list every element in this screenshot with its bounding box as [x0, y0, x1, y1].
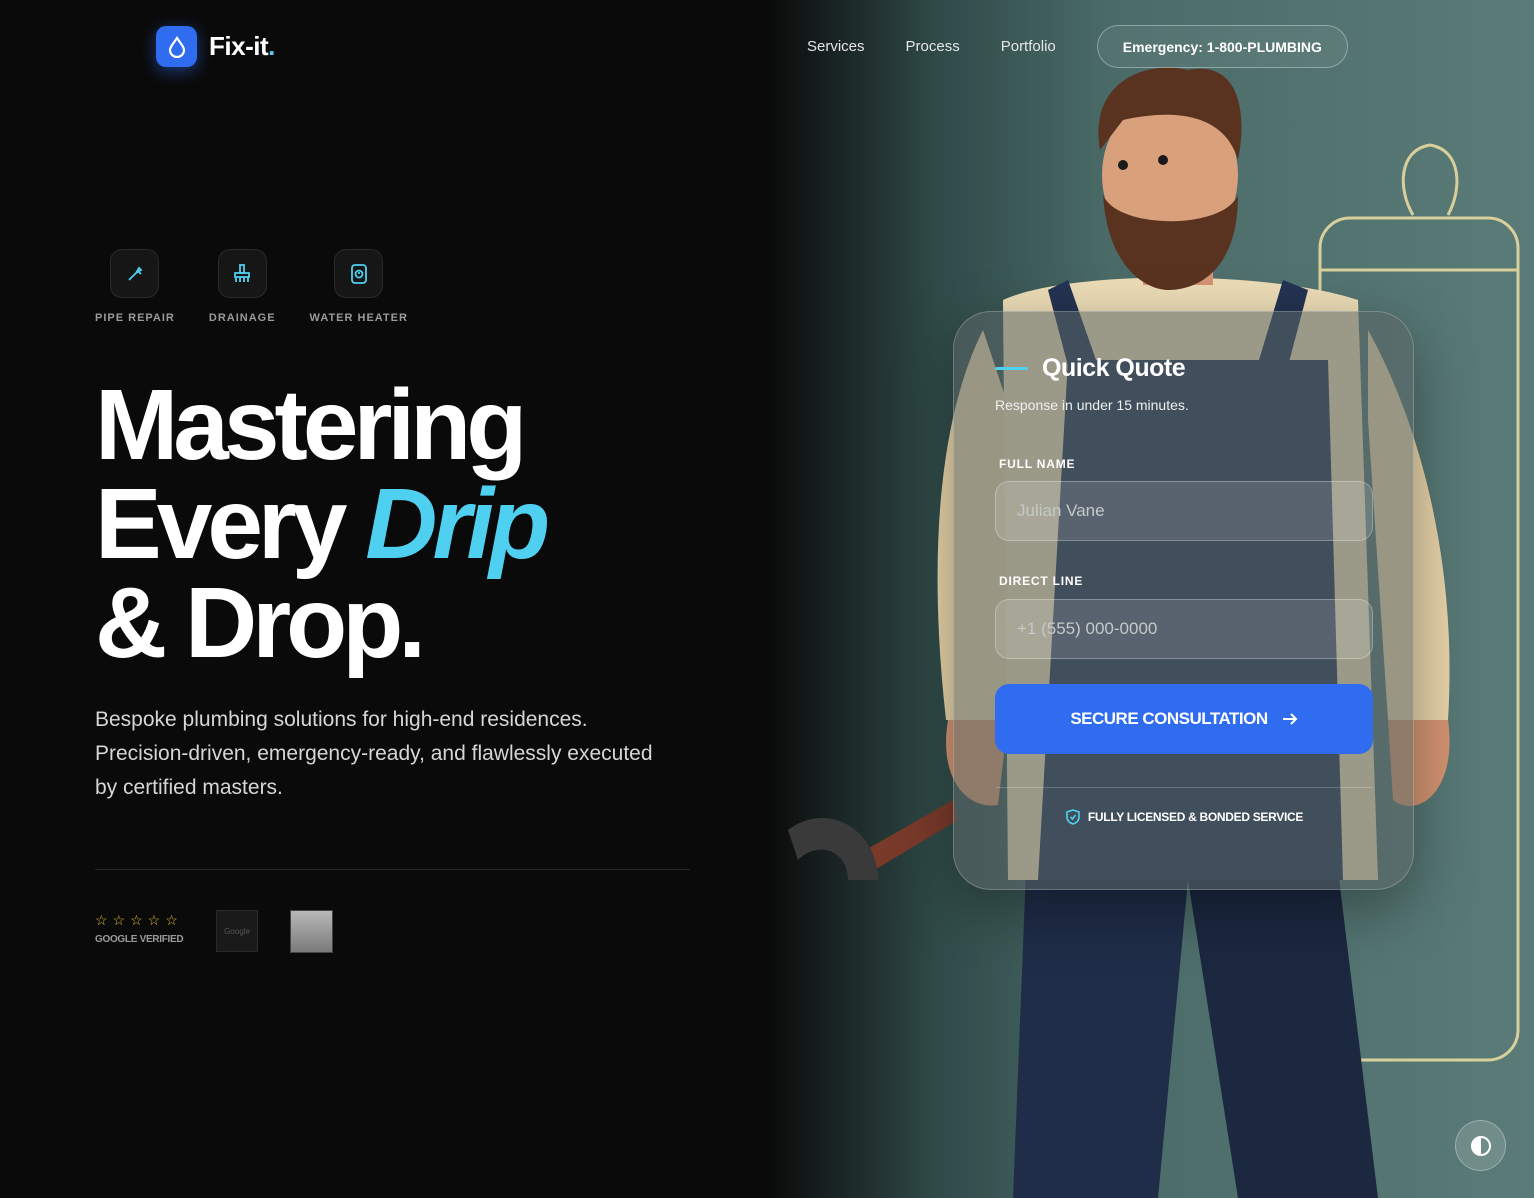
divider	[95, 869, 690, 870]
brand-name: Fix-it.	[209, 31, 275, 61]
service-list: PIPE REPAIR DRAINAGE WATER HEATER	[95, 249, 408, 324]
google-badge-thumbnail[interactable]: Google	[216, 910, 258, 952]
service-label: PIPE REPAIR	[95, 312, 175, 324]
hero-description: Bespoke plumbing solutions for high-end …	[95, 708, 653, 799]
wrench-icon	[110, 249, 160, 298]
brand-logo[interactable]: Fix-it.	[156, 26, 275, 67]
hero-highlight: Drip	[365, 468, 550, 580]
nav-link-services[interactable]: Services	[807, 38, 865, 55]
water-heater-icon	[334, 249, 384, 298]
top-nav: Services Process Portfolio Emergency: 1-…	[807, 25, 1348, 68]
theme-toggle-button[interactable]	[1455, 1120, 1506, 1171]
nav-link-portfolio[interactable]: Portfolio	[1001, 38, 1056, 55]
service-water-heater[interactable]: WATER HEATER	[310, 249, 408, 324]
star-rating: ☆☆☆☆☆	[95, 912, 183, 928]
quick-quote-card: Quick Quote Response in under 15 minutes…	[953, 311, 1414, 890]
hero-line-1: Mastering	[95, 369, 527, 481]
contrast-icon	[1470, 1135, 1491, 1156]
service-pipe-repair[interactable]: PIPE REPAIR	[95, 249, 175, 324]
arrow-right-icon	[1282, 713, 1298, 725]
shield-check-icon	[1066, 809, 1080, 825]
emergency-call-button[interactable]: Emergency: 1-800-PLUMBING	[1096, 25, 1348, 68]
hero-line-3: & Drop.	[95, 567, 426, 679]
full-name-label: FULL NAME	[999, 457, 1076, 471]
full-name-input[interactable]	[995, 481, 1373, 541]
quote-subtitle: Response in under 15 minutes.	[995, 397, 1189, 413]
button-label: SECURE CONSULTATION	[1070, 709, 1268, 728]
direct-line-label: DIRECT LINE	[999, 574, 1084, 588]
quote-header: Quick Quote	[995, 354, 1186, 383]
phone-input[interactable]	[995, 599, 1373, 659]
service-label: WATER HEATER	[309, 312, 408, 324]
brush-icon	[217, 249, 267, 298]
accent-line	[995, 367, 1028, 370]
quote-title: Quick Quote	[1042, 354, 1186, 382]
card-divider	[995, 787, 1373, 788]
google-rating: ☆☆☆☆☆ GOOGLE VERIFIED	[95, 912, 184, 945]
service-drainage[interactable]: DRAINAGE	[209, 249, 276, 324]
product-thumbnail[interactable]	[290, 910, 333, 953]
license-note: FULLY LICENSED & BONDED SERVICE	[954, 809, 1415, 825]
license-text: FULLY LICENSED & BONDED SERVICE	[1087, 810, 1304, 824]
hero-line-2: Every Drip	[95, 468, 550, 580]
service-label: DRAINAGE	[208, 312, 276, 324]
google-verified-label: GOOGLE VERIFIED	[95, 934, 184, 945]
secure-consultation-button[interactable]: SECURE CONSULTATION	[995, 684, 1373, 754]
nav-link-process[interactable]: Process	[906, 38, 960, 55]
hero-headline: Mastering Every Drip & Drop.	[95, 369, 550, 679]
water-drop-icon	[156, 26, 197, 67]
